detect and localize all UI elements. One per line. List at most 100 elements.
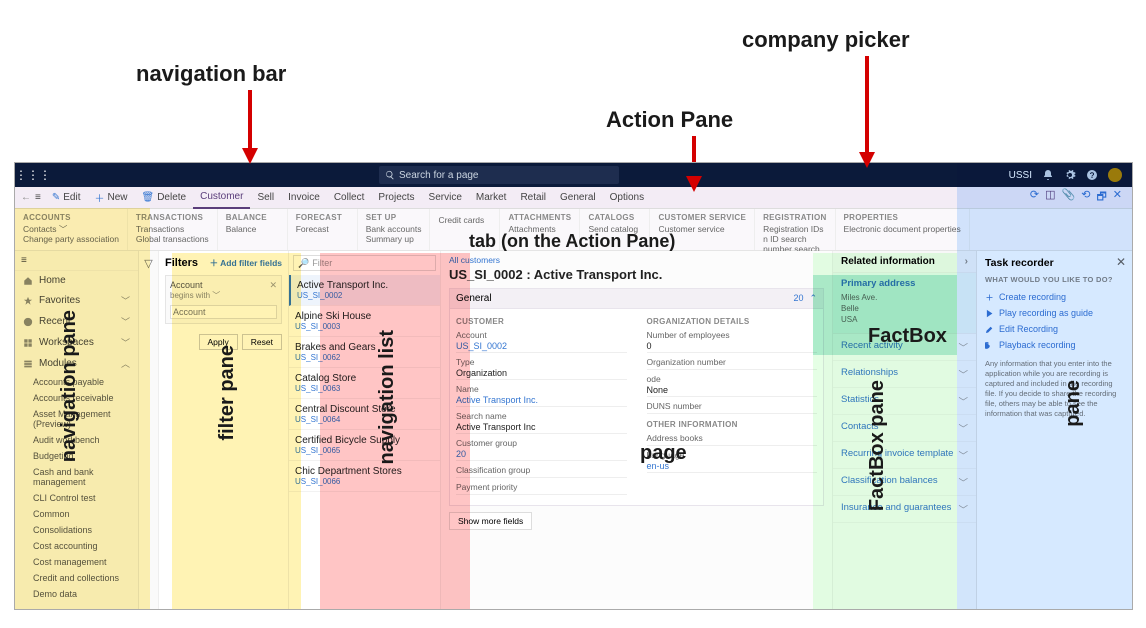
factbox-item-statistics[interactable]: Statistics﹀ (833, 388, 976, 415)
actionbar-sell[interactable]: Sell (250, 187, 281, 209)
actionbar-general[interactable]: General (553, 187, 603, 209)
factbox-primary-address[interactable]: Primary address Miles Ave.BelleUSA (833, 273, 976, 334)
field-ode[interactable]: odeNone (647, 374, 818, 397)
actionbar-edit[interactable]: ✎ Edit (45, 187, 88, 209)
filter-remove-icon[interactable]: ✕ (269, 280, 277, 291)
taskpane-link-create-recording[interactable]: Create recording (985, 289, 1124, 305)
actiontab-properties[interactable]: PROPERTIESElectronic document properties (836, 209, 970, 250)
actionbar-icon1[interactable]: ⟳ (1030, 188, 1039, 207)
back-icon[interactable]: ← (21, 192, 31, 203)
module-common[interactable]: Common (15, 506, 138, 522)
factbox-item-relationships[interactable]: Relationships﹀ (833, 361, 976, 388)
navlist-filter-input[interactable]: 🔎 Filter (293, 255, 436, 271)
field-number-of-employees[interactable]: Number of employees0 (647, 330, 818, 353)
leftnav-workspaces[interactable]: Workspaces﹀ (15, 332, 138, 353)
breadcrumb[interactable]: All customers (449, 255, 824, 265)
module-cash-and-bank-management[interactable]: Cash and bank management (15, 464, 138, 490)
list-item[interactable]: Chic Department StoresUS_SI_0066 (289, 461, 440, 492)
module-audit-workbench[interactable]: Audit workbench (15, 432, 138, 448)
actionbar-customer[interactable]: Customer (193, 187, 250, 209)
filter-apply-button[interactable]: Apply (199, 334, 238, 350)
filter-column[interactable]: ▽ (139, 251, 159, 609)
search-box[interactable]: Search for a page (379, 166, 619, 184)
factbox-item-recurring-invoice-template[interactable]: Recurring invoice template﹀ (833, 442, 976, 469)
field-search-name[interactable]: Search nameActive Transport Inc (456, 411, 627, 434)
module-asset-management-(preview)[interactable]: Asset Management (Preview) (15, 406, 138, 432)
list-item[interactable]: Active Transport Inc.US_SI_0002 (289, 275, 440, 306)
list-item[interactable]: Brakes and GearsUS_SI_0062 (289, 337, 440, 368)
actionbar-icon2[interactable]: ◫ (1045, 188, 1055, 207)
actiontab-accounts[interactable]: ACCOUNTSContacts ﹀Change party associati… (15, 209, 128, 250)
actionbar-options[interactable]: Options (603, 187, 651, 209)
module-cli-control-test[interactable]: CLI Control test (15, 490, 138, 506)
bell-icon[interactable] (1042, 169, 1054, 181)
module-budgeting[interactable]: Budgeting (15, 448, 138, 464)
field-duns-number[interactable]: DUNS number (647, 401, 818, 414)
filter-operator[interactable]: begins with ﹀ (170, 290, 277, 301)
actionbar-projects[interactable]: Projects (371, 187, 421, 209)
actiontab-set-up[interactable]: SET UPBank accountsSummary up (358, 209, 431, 250)
field-type[interactable]: TypeOrganization (456, 357, 627, 380)
filter-value-input[interactable] (170, 305, 277, 319)
field-organization-number[interactable]: Organization number (647, 357, 818, 370)
actionbar-service[interactable]: Service (422, 187, 469, 209)
actiontab-catalogs[interactable]: CATALOGSSend catalog (580, 209, 650, 250)
actiontab-balance[interactable]: BALANCEBalance (218, 209, 288, 250)
module-cost-management[interactable]: Cost management (15, 554, 138, 570)
leftnav-home[interactable]: Home (15, 271, 138, 290)
actiontab-transactions[interactable]: TRANSACTIONSTransactionsGlobal transacti… (128, 209, 218, 250)
list-item[interactable]: Alpine Ski HouseUS_SI_0003 (289, 306, 440, 337)
section-header-general[interactable]: General 20 ⌃ (449, 288, 824, 309)
module-consolidations[interactable]: Consolidations (15, 522, 138, 538)
help-icon[interactable] (1086, 169, 1098, 181)
field-address-books[interactable]: Address books (647, 433, 818, 446)
factbox-item-classification-balances[interactable]: Classification balances﹀ (833, 469, 976, 496)
actionbar-icon4[interactable]: ⟲ (1081, 188, 1090, 207)
leftnav-modules[interactable]: Modules︿ (15, 353, 138, 374)
taskpane-link-play-recording-as-guide[interactable]: Play recording as guide (985, 305, 1124, 321)
actionbar-icon5[interactable]: 🗗 (1096, 188, 1106, 207)
hamburger-icon[interactable]: ≡ (35, 192, 41, 203)
list-item[interactable]: Certified Bicycle SupplyUS_SI_0065 (289, 430, 440, 461)
show-more-button[interactable]: Show more fields (449, 512, 532, 530)
factbox-item-contacts[interactable]: Contacts﹀ (833, 415, 976, 442)
field-payment-priority[interactable]: Payment priority (456, 482, 627, 495)
taskpane-link-playback-recording[interactable]: Playback recording (985, 337, 1124, 353)
list-item[interactable]: Central Discount StoreUS_SI_0064 (289, 399, 440, 430)
module-demo-data[interactable]: Demo data (15, 586, 138, 602)
actionbar-delete[interactable]: 🗑 Delete (134, 187, 193, 209)
factbox-item-recent-activity[interactable]: Recent activity﹀ (833, 334, 976, 361)
actionbar-icon3[interactable]: 📎 (1062, 188, 1076, 207)
avatar[interactable] (1108, 168, 1122, 182)
section-expand-icon[interactable]: ⌃ (809, 293, 817, 304)
module-credit-and-collections[interactable]: Credit and collections (15, 570, 138, 586)
field-name[interactable]: NameActive Transport Inc. (456, 384, 627, 407)
actiontab-forecast[interactable]: FORECASTForecast (288, 209, 358, 250)
field-classification-group[interactable]: Classification group (456, 465, 627, 478)
waffle-icon[interactable]: ⋮⋮⋮ (15, 168, 39, 182)
module-accounts-receivable[interactable]: Accounts receivable (15, 390, 138, 406)
filter-reset-button[interactable]: Reset (242, 334, 282, 350)
field-customer-group[interactable]: Customer group20 (456, 438, 627, 461)
actionbar-invoice[interactable]: Invoice (281, 187, 327, 209)
factbox-item-insurance-and-guarantees[interactable]: Insurance and guarantees﹀ (833, 496, 976, 523)
module-cost-accounting[interactable]: Cost accounting (15, 538, 138, 554)
navpane-collapse[interactable]: ≡ (15, 251, 138, 271)
gear-icon[interactable] (1064, 169, 1076, 181)
add-filter-fields[interactable]: ＋ Add filter fields (210, 257, 282, 269)
actionbar-retail[interactable]: Retail (513, 187, 553, 209)
factbox-header[interactable]: Related information› (833, 251, 976, 273)
actiontab-registration[interactable]: REGISTRATIONRegistration IDsn ID searchn… (755, 209, 835, 250)
actionbar-market[interactable]: Market (469, 187, 514, 209)
actionbar-new[interactable]: ＋ New (87, 187, 134, 209)
module-accounts-payable[interactable]: Accounts payable (15, 374, 138, 390)
actiontab-attachments[interactable]: ATTACHMENTSAttachments (500, 209, 580, 250)
taskpane-link-edit-recording[interactable]: Edit Recording (985, 321, 1124, 337)
actionbar-close-icon[interactable]: ✕ (1113, 188, 1122, 207)
field-language[interactable]: Languageen-us (647, 450, 818, 473)
field-account[interactable]: AccountUS_SI_0002 (456, 330, 627, 353)
leftnav-favorites[interactable]: Favorites﹀ (15, 290, 138, 311)
company-picker[interactable]: USSI (1009, 170, 1032, 181)
leftnav-recent[interactable]: Recent﹀ (15, 311, 138, 332)
actiontab-misc[interactable]: Credit cards (430, 209, 500, 250)
